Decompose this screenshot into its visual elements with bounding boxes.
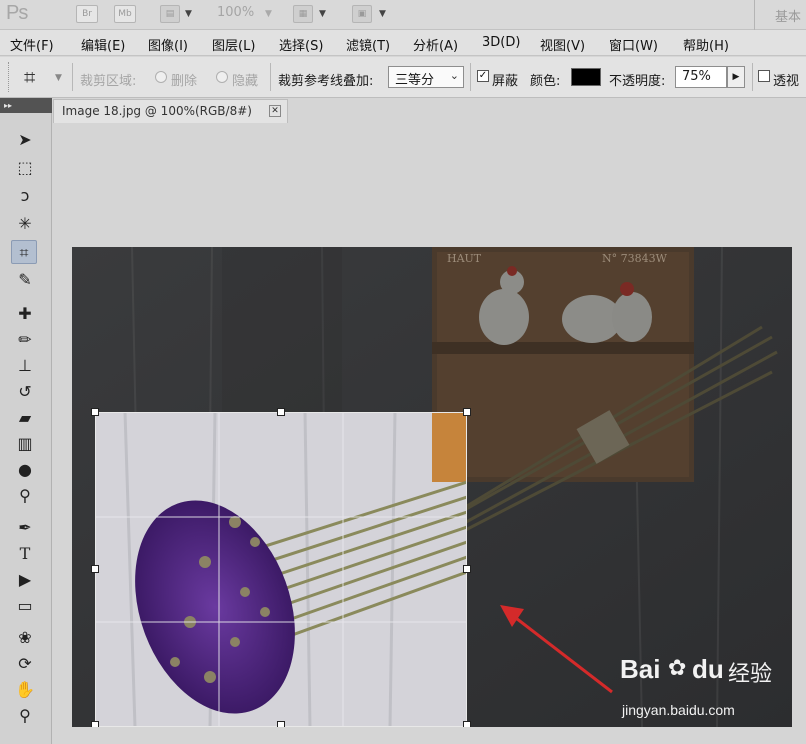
menu-3d[interactable]: 3D(D): [482, 35, 520, 50]
healing-brush-tool-icon[interactable]: ✚: [12, 302, 38, 326]
zoom-level[interactable]: 100%: [217, 5, 254, 20]
workspace-switcher[interactable]: 基本: [754, 0, 806, 30]
document-tab-title: Image 18.jpg @ 100%(RGB/8#): [62, 104, 252, 118]
crop-area-label: 裁剪区域:: [80, 74, 137, 89]
options-bar: ⌗ ▼ 裁剪区域: 删除 隐藏 裁剪参考线叠加: 三等分 ⌄ ✓ 屏蔽 颜色: …: [0, 57, 806, 98]
menu-image[interactable]: 图像(I): [148, 35, 188, 54]
close-icon[interactable]: ✕: [269, 105, 281, 117]
crop-preset-icon[interactable]: ⌗: [24, 65, 35, 89]
shield-checkbox[interactable]: ✓: [477, 70, 489, 82]
zoom-dropdown-icon[interactable]: ▼: [265, 9, 272, 19]
tools-panel: ▸▸ ➤ ⬚ ↄ ✳ ⌗ ✎ ✚ ✏ ⊥ ↺ ▰ ▥ ● ⚲ ✒ T ▶ ▭ ❀…: [0, 98, 52, 744]
opacity-value: 75%: [682, 69, 711, 84]
menu-analysis[interactable]: 分析(A): [413, 35, 458, 54]
document-tab[interactable]: Image 18.jpg @ 100%(RGB/8#) ✕: [53, 99, 288, 123]
shield-label: 屏蔽: [492, 74, 519, 89]
delete-label: 删除: [171, 74, 198, 89]
menu-window[interactable]: 窗口(W): [609, 35, 658, 54]
perspective-checkbox[interactable]: [758, 70, 770, 82]
3d-orbit-tool-icon[interactable]: ⟳: [12, 652, 38, 676]
application-bar: Ps Br Mb ▤ ▼ 100% ▼ ▦ ▼ ▣ ▼ 基本: [0, 0, 806, 30]
watermark-brand-suffix: du: [692, 654, 724, 684]
view-extras-dropdown-icon[interactable]: ▼: [185, 9, 192, 19]
menu-help[interactable]: 帮助(H): [683, 35, 729, 54]
options-divider: [270, 63, 271, 91]
chevron-down-icon: ⌄: [449, 69, 459, 82]
arrange-documents-icon[interactable]: ▦: [293, 5, 313, 23]
minibridge-button[interactable]: Mb: [114, 5, 136, 23]
overlay-select-value: 三等分: [395, 73, 435, 88]
color-label: 颜色:: [530, 74, 561, 89]
dodge-tool-icon[interactable]: ⚲: [12, 484, 38, 508]
overlay-select[interactable]: 三等分 ⌄: [388, 66, 464, 88]
crop-tool-icon[interactable]: ⌗: [11, 240, 37, 264]
options-divider: [72, 63, 73, 91]
hide-label: 隐藏: [232, 74, 259, 89]
crop-preset-dropdown-icon[interactable]: ▼: [55, 73, 62, 83]
view-extras-icon[interactable]: ▤: [160, 5, 180, 23]
baidu-watermark: Bai ✿ du 经验 jingyan.baidu.com: [620, 652, 790, 724]
shape-tool-icon[interactable]: ▭: [12, 594, 38, 618]
eraser-tool-icon[interactable]: ▰: [12, 406, 38, 430]
perspective-label: 透视: [773, 74, 800, 89]
menu-view[interactable]: 视图(V): [540, 35, 585, 54]
opacity-label: 不透明度:: [609, 74, 666, 89]
marquee-tool-icon[interactable]: ⬚: [12, 156, 38, 180]
type-tool-icon[interactable]: T: [12, 542, 38, 566]
blur-tool-icon[interactable]: ●: [12, 458, 38, 482]
screen-mode-dropdown-icon[interactable]: ▼: [379, 9, 386, 19]
move-tool-icon[interactable]: ➤: [12, 128, 38, 152]
watermark-url: jingyan.baidu.com: [622, 702, 735, 718]
menu-file[interactable]: 文件(F): [10, 35, 54, 54]
options-grip[interactable]: [8, 62, 11, 92]
opacity-input[interactable]: 75%: [675, 66, 727, 88]
hide-radio[interactable]: [216, 71, 228, 83]
arrange-dropdown-icon[interactable]: ▼: [319, 9, 326, 19]
pen-tool-icon[interactable]: ✒: [12, 516, 38, 540]
overlay-label: 裁剪参考线叠加:: [278, 74, 374, 89]
tools-panel-header[interactable]: ▸▸: [0, 98, 52, 113]
delete-radio[interactable]: [155, 71, 167, 83]
options-divider: [470, 63, 471, 91]
menu-filter[interactable]: 滤镜(T): [346, 35, 390, 54]
bridge-button[interactable]: Br: [76, 5, 98, 23]
gradient-tool-icon[interactable]: ▥: [12, 432, 38, 456]
menu-layer[interactable]: 图层(L): [212, 35, 255, 54]
photoshop-logo: Ps: [6, 2, 28, 24]
lasso-tool-icon[interactable]: ↄ: [12, 184, 38, 208]
magic-wand-tool-icon[interactable]: ✳: [12, 212, 38, 236]
3d-rotate-tool-icon[interactable]: ❀: [12, 626, 38, 650]
path-selection-tool-icon[interactable]: ▶: [12, 568, 38, 592]
history-brush-tool-icon[interactable]: ↺: [12, 380, 38, 404]
options-divider: [752, 63, 753, 91]
menu-select[interactable]: 选择(S): [279, 35, 323, 54]
hand-tool-icon[interactable]: ✋: [12, 678, 38, 702]
paw-icon: ✿: [668, 656, 687, 681]
clone-stamp-tool-icon[interactable]: ⊥: [12, 354, 38, 378]
eyedropper-tool-icon[interactable]: ✎: [12, 268, 38, 292]
zoom-tool-icon[interactable]: ⚲: [12, 704, 38, 728]
shield-color-swatch[interactable]: [571, 68, 601, 86]
watermark-brand: Bai: [620, 654, 661, 684]
watermark-service: 经验: [728, 662, 773, 687]
image-canvas[interactable]: HAUT N° 73843W Bai ✿ du 经验 jingyan.baidu…: [72, 247, 792, 727]
opacity-slider-arrow-icon[interactable]: ▶: [727, 66, 745, 88]
brush-tool-icon[interactable]: ✏: [12, 328, 38, 352]
screen-mode-icon[interactable]: ▣: [352, 5, 372, 23]
menu-edit[interactable]: 编辑(E): [81, 35, 125, 54]
menu-bar: 文件(F) 编辑(E) 图像(I) 图层(L) 选择(S) 滤镜(T) 分析(A…: [0, 30, 806, 56]
